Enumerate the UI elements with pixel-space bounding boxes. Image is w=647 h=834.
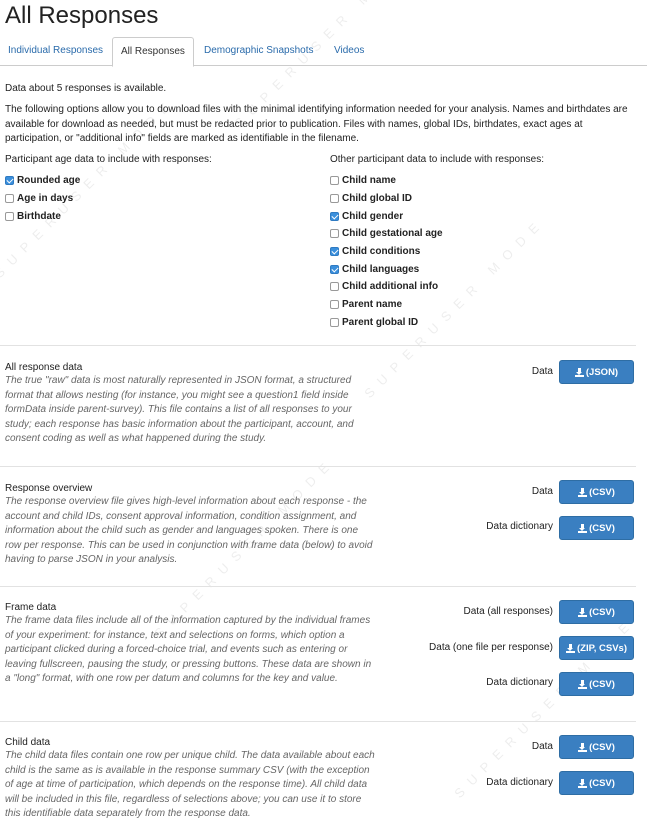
download-response-overview-csv-button[interactable]: (CSV)	[559, 480, 634, 504]
section-title-all-response-data: All response data	[5, 362, 83, 373]
checkbox-child-conditions[interactable]: Child conditions	[330, 246, 420, 257]
download-icon	[578, 523, 588, 533]
intro-description: The following options allow you to downl…	[5, 104, 628, 144]
response-count-text: Data about 5 responses is available.	[5, 83, 167, 94]
checkbox-label: Age in days	[17, 193, 74, 204]
download-icon	[578, 607, 588, 617]
checkbox-age-in-days[interactable]: Age in days	[5, 193, 73, 204]
section-title-frame-data: Frame data	[5, 602, 57, 613]
section-title-response-overview: Response overview	[5, 483, 93, 494]
page-title: All Responses	[5, 2, 159, 29]
download-label: Data dictionary	[486, 521, 553, 532]
checkbox-checked-icon	[330, 212, 339, 221]
checkbox-unchecked-icon	[330, 229, 339, 238]
download-label: Data	[531, 741, 553, 752]
checkbox-child-name[interactable]: Child name	[330, 175, 396, 186]
checkbox-child-global-id[interactable]: Child global ID	[330, 193, 412, 204]
download-icon	[578, 679, 588, 689]
download-response-overview-dictionary-button[interactable]: (CSV)	[559, 516, 634, 540]
download-frame-data-all-button[interactable]: (CSV)	[559, 600, 634, 624]
section-description: The child data files contain one row per…	[5, 750, 375, 819]
checkbox-unchecked-icon	[5, 212, 14, 221]
section-divider	[0, 721, 636, 722]
checkbox-unchecked-icon	[5, 194, 14, 203]
checkbox-parent-global-id[interactable]: Parent global ID	[330, 317, 418, 328]
section-divider	[0, 345, 636, 346]
download-label: Data (all responses)	[463, 606, 553, 617]
checkbox-unchecked-icon	[330, 282, 339, 291]
checkbox-label: Parent global ID	[342, 317, 419, 328]
checkbox-unchecked-icon	[330, 176, 339, 185]
checkbox-label: Parent name	[342, 299, 403, 310]
download-label: Data	[531, 366, 553, 377]
download-label: Data dictionary	[486, 777, 553, 788]
download-child-data-csv-button[interactable]: (CSV)	[559, 735, 634, 759]
download-icon	[578, 778, 588, 788]
checkbox-label: Child gender	[342, 211, 404, 222]
checkbox-unchecked-icon	[330, 194, 339, 203]
download-icon	[566, 643, 575, 653]
checkbox-label: Child conditions	[342, 246, 421, 257]
age-options-heading: Participant age data to include with res…	[5, 154, 212, 165]
section-description: The response overview file gives high-le…	[5, 496, 373, 565]
section-divider	[0, 466, 636, 467]
download-frame-data-zip-button[interactable]: (ZIP, CSVs)	[559, 636, 634, 660]
checkbox-child-gestational-age[interactable]: Child gestational age	[330, 228, 443, 239]
checkbox-unchecked-icon	[330, 300, 339, 309]
download-icon	[578, 487, 588, 497]
checkbox-label: Child additional info	[342, 281, 439, 292]
checkbox-checked-icon	[330, 247, 339, 256]
checkbox-label: Child gestational age	[342, 228, 443, 239]
checkbox-label: Birthdate	[17, 211, 61, 222]
download-frame-data-dictionary-button[interactable]: (CSV)	[559, 672, 634, 696]
checkbox-checked-icon	[330, 265, 339, 274]
checkbox-label: Rounded age	[17, 175, 81, 186]
checkbox-label: Child languages	[342, 264, 420, 275]
download-icon	[574, 367, 584, 377]
checkbox-child-languages[interactable]: Child languages	[330, 264, 419, 275]
tab-all-responses[interactable]: All Responses	[112, 37, 194, 67]
download-label: Data dictionary	[486, 677, 553, 688]
checkbox-birthdate[interactable]: Birthdate	[5, 211, 61, 222]
other-options-heading: Other participant data to include with r…	[330, 154, 545, 165]
checkbox-parent-name[interactable]: Parent name	[330, 299, 402, 310]
checkbox-unchecked-icon	[330, 318, 339, 327]
section-title-child-data: Child data	[5, 737, 51, 748]
download-child-data-dictionary-button[interactable]: (CSV)	[559, 771, 634, 795]
download-label: Data	[531, 486, 553, 497]
checkbox-child-gender[interactable]: Child gender	[330, 211, 403, 222]
download-label: Data (one file per response)	[429, 642, 553, 653]
section-description: The frame data files include all of the …	[5, 615, 372, 684]
section-description: The true "raw" data is most naturally re…	[5, 375, 354, 444]
checkbox-label: Child global ID	[342, 193, 412, 204]
tab-videos[interactable]: Videos	[326, 37, 372, 64]
tab-demographic-snapshots[interactable]: Demographic Snapshots	[196, 37, 322, 64]
section-divider	[0, 586, 636, 587]
checkbox-checked-icon	[5, 176, 14, 185]
checkbox-child-additional-info[interactable]: Child additional info	[330, 281, 438, 292]
download-json-button[interactable]: (JSON)	[559, 360, 634, 384]
tab-bar: Individual Responses All Responses Demog…	[0, 37, 647, 67]
download-icon	[578, 742, 588, 752]
checkbox-label: Child name	[342, 175, 396, 186]
checkbox-rounded-age[interactable]: Rounded age	[5, 175, 80, 186]
tab-individual-responses[interactable]: Individual Responses	[0, 37, 111, 64]
